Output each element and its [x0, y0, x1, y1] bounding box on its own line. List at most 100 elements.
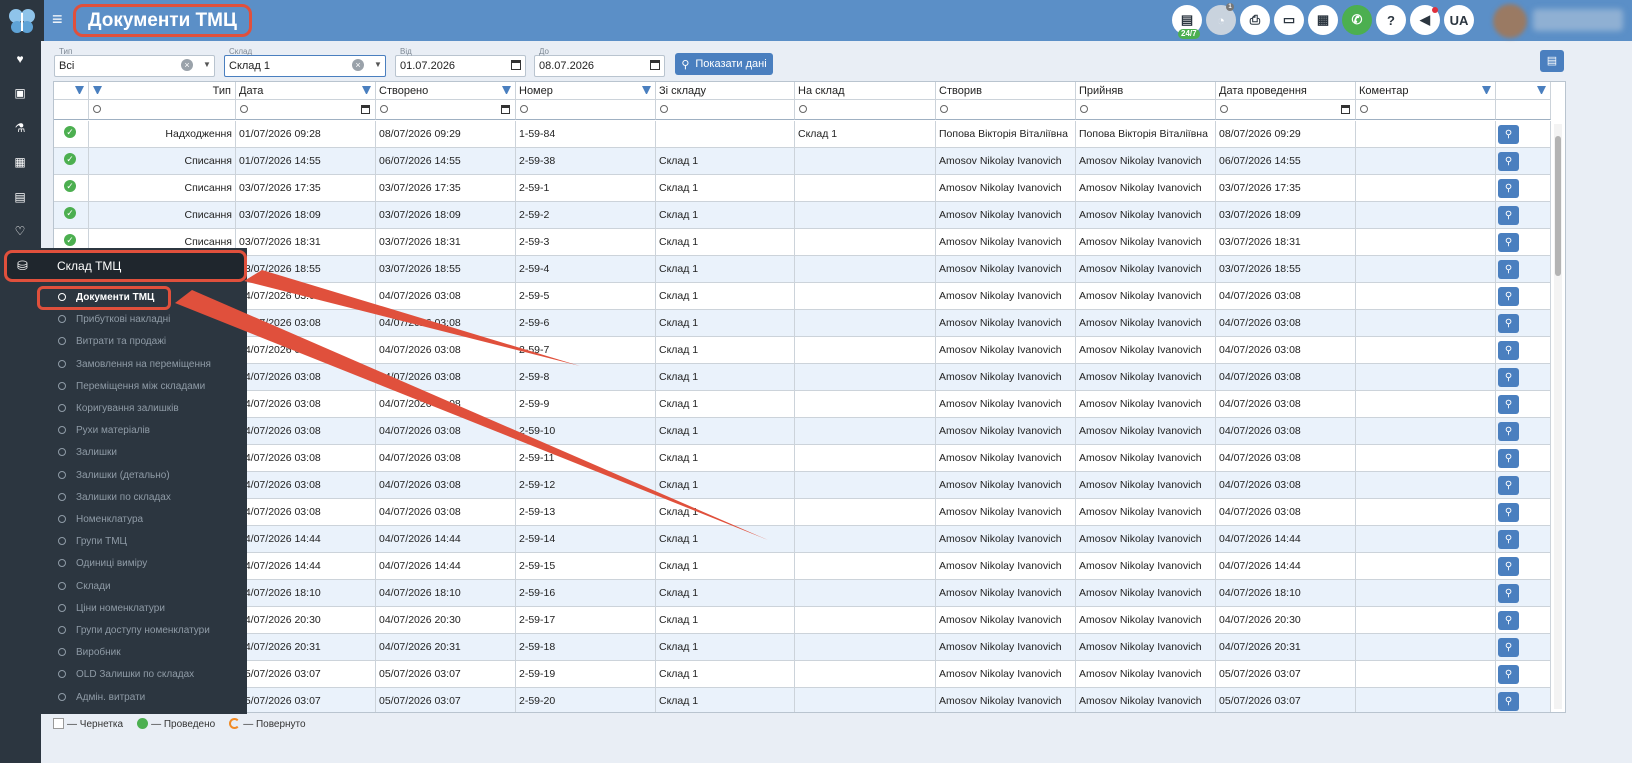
filter-icon[interactable] [1482, 86, 1491, 95]
view-document-button[interactable]: ⚲ [1498, 260, 1519, 279]
vertical-scrollbar[interactable] [1554, 124, 1562, 709]
show-data-button[interactable]: ⚲ Показати дані [675, 53, 773, 75]
menu-header-warehouse[interactable]: ⛁ Склад ТМЦ [4, 250, 247, 282]
table-row[interactable]: ✓04/07/2026 03:0804/07/2026 03:082-59-11… [54, 445, 1551, 472]
filter-icon[interactable] [75, 86, 84, 95]
chevron-down-icon[interactable]: ▼ [203, 60, 211, 69]
table-row[interactable]: ✓ Списання 03/07/2026 17:35 03/07/2026 17:3… [54, 175, 1551, 202]
calendar-icon[interactable] [501, 105, 510, 114]
heartbeat-icon[interactable]: ♡ [12, 223, 28, 239]
menu-item[interactable]: Склади [58, 581, 111, 592]
filter-icon[interactable] [93, 86, 102, 95]
view-document-button[interactable]: ⚲ [1498, 476, 1519, 495]
view-document-button[interactable]: ⚲ [1498, 368, 1519, 387]
date-to-field[interactable]: До 08.07.2026 [534, 47, 665, 77]
view-document-button[interactable]: ⚲ [1498, 665, 1519, 684]
table-row[interactable]: ✓04/07/2026 03:0804/07/2026 03:082-59-10… [54, 418, 1551, 445]
table-row[interactable]: ✓04/07/2026 14:4404/07/2026 14:442-59-14… [54, 526, 1551, 553]
document-icon[interactable]: ▤ [12, 189, 28, 205]
filter-icon[interactable] [1537, 86, 1546, 95]
column-filter-cell[interactable] [1216, 100, 1356, 120]
menu-item[interactable]: Групи ТМЦ [58, 536, 127, 547]
warehouse-select[interactable]: Склад Склад 1 × ▼ [224, 47, 386, 77]
app-logo[interactable] [0, 0, 44, 41]
column-header[interactable]: Прийняв [1076, 82, 1216, 100]
clear-icon[interactable]: × [352, 59, 364, 71]
column-filter-cell[interactable] [89, 100, 236, 120]
menu-item[interactable]: Залишки (детально) [58, 470, 170, 481]
menu-item[interactable]: Виробник [58, 647, 121, 658]
table-row[interactable]: ✓04/07/2026 03:0804/07/2026 03:082-59-12… [54, 472, 1551, 499]
menu-item[interactable]: Залишки по складах [58, 492, 171, 503]
column-header[interactable]: На склад [795, 82, 936, 100]
column-header[interactable]: Коментар [1356, 82, 1496, 100]
contact-card-icon[interactable]: ▣ [12, 85, 28, 101]
help-icon[interactable]: ? [1376, 5, 1406, 35]
column-filter-cell[interactable] [795, 100, 936, 120]
column-filter-cell[interactable] [936, 100, 1076, 120]
menu-item[interactable]: Номенклатура [58, 514, 143, 525]
view-document-button[interactable]: ⚲ [1498, 314, 1519, 333]
view-document-button[interactable]: ⚲ [1498, 395, 1519, 414]
table-row[interactable]: ✓ Списання 03/07/2026 18:09 03/07/2026 18:0… [54, 202, 1551, 229]
calendar-icon[interactable] [361, 105, 370, 114]
calendar-icon[interactable]: ▦ [12, 154, 28, 170]
view-document-button[interactable]: ⚲ [1498, 287, 1519, 306]
menu-item[interactable]: Прибуткові накладні [58, 314, 170, 325]
column-filter-cell[interactable] [376, 100, 516, 120]
card-icon[interactable]: ▭ [1274, 5, 1304, 35]
filter-icon[interactable] [642, 86, 651, 95]
table-row[interactable]: ✓04/07/2026 20:3104/07/2026 20:312-59-18… [54, 634, 1551, 661]
calendar-icon[interactable] [1341, 105, 1350, 114]
chevron-down-icon[interactable]: ▼ [374, 60, 382, 69]
view-document-button[interactable]: ⚲ [1498, 206, 1519, 225]
table-row[interactable]: ✓ Надходження 01/07/2026 09:28 08/07/2026 0… [54, 121, 1551, 148]
hamburger-menu-icon[interactable]: ≡ [52, 9, 63, 29]
avatar[interactable] [1493, 4, 1527, 38]
table-row[interactable]: ✓05/07/2026 03:0705/07/2026 03:072-59-20… [54, 688, 1551, 712]
view-document-button[interactable]: ⚲ [1498, 152, 1519, 171]
view-document-button[interactable]: ⚲ [1498, 341, 1519, 360]
column-header[interactable]: Дата проведення [1216, 82, 1356, 100]
view-document-button[interactable]: ⚲ [1498, 611, 1519, 630]
column-filter-cell[interactable] [1076, 100, 1216, 120]
table-row[interactable]: ✓04/07/2026 03:0804/07/2026 03:082-59-9С… [54, 391, 1551, 418]
clear-icon[interactable]: × [181, 59, 193, 71]
view-document-button[interactable]: ⚲ [1498, 692, 1519, 711]
table-row[interactable]: ✓04/07/2026 03:0804/07/2026 03:082-59-6С… [54, 310, 1551, 337]
table-row[interactable]: ✓04/07/2026 03:0804/07/2026 03:082-59-13… [54, 499, 1551, 526]
column-header[interactable]: Створено [376, 82, 516, 100]
menu-item[interactable]: Рухи матеріалів [58, 425, 150, 436]
date-from-field[interactable]: Від 01.07.2026 [395, 47, 526, 77]
export-icon[interactable]: ▤ [1540, 50, 1564, 72]
view-document-button[interactable]: ⚲ [1498, 557, 1519, 576]
column-header[interactable]: Створив [936, 82, 1076, 100]
table-row[interactable]: ✓ Списання 03/07/2026 18:31 03/07/2026 18:3… [54, 229, 1551, 256]
view-document-button[interactable]: ⚲ [1498, 422, 1519, 441]
menu-item[interactable]: Ціни номенклатури [58, 603, 165, 614]
filter-icon[interactable] [502, 86, 511, 95]
view-document-button[interactable]: ⚲ [1498, 584, 1519, 603]
notification-icon[interactable]: ◔ 1 [1206, 3, 1236, 35]
status-column-header[interactable] [54, 82, 89, 100]
view-document-button[interactable]: ⚲ [1498, 638, 1519, 657]
flask-icon[interactable]: ⚗ [12, 120, 28, 136]
table-row[interactable]: ✓04/07/2026 03:0804/07/2026 03:082-59-7С… [54, 337, 1551, 364]
table-row[interactable]: ✓05/07/2026 03:0705/07/2026 03:072-59-19… [54, 661, 1551, 688]
calendar-icon[interactable] [511, 60, 521, 70]
view-document-button[interactable]: ⚲ [1498, 503, 1519, 522]
menu-item[interactable]: Одиниці виміру [58, 558, 147, 569]
heart-icon[interactable]: ♥ [12, 51, 28, 67]
pdf-icon[interactable]: ⎙ [1240, 5, 1270, 35]
column-filter-cell[interactable] [1356, 100, 1496, 120]
column-header[interactable]: Дата [236, 82, 376, 100]
menu-item[interactable]: Коригування залишків [58, 403, 179, 414]
column-header[interactable]: Тип [89, 82, 236, 100]
menu-item[interactable]: Замовлення на переміщення [58, 359, 211, 370]
table-row[interactable]: ✓04/07/2026 03:0804/07/2026 03:082-59-8С… [54, 364, 1551, 391]
table-row[interactable]: ✓04/07/2026 14:4404/07/2026 14:442-59-15… [54, 553, 1551, 580]
column-header[interactable]: Номер [516, 82, 656, 100]
column-header[interactable]: Зі складу [656, 82, 795, 100]
view-document-button[interactable]: ⚲ [1498, 530, 1519, 549]
menu-item[interactable]: Групи доступу номенклатури [58, 625, 210, 636]
